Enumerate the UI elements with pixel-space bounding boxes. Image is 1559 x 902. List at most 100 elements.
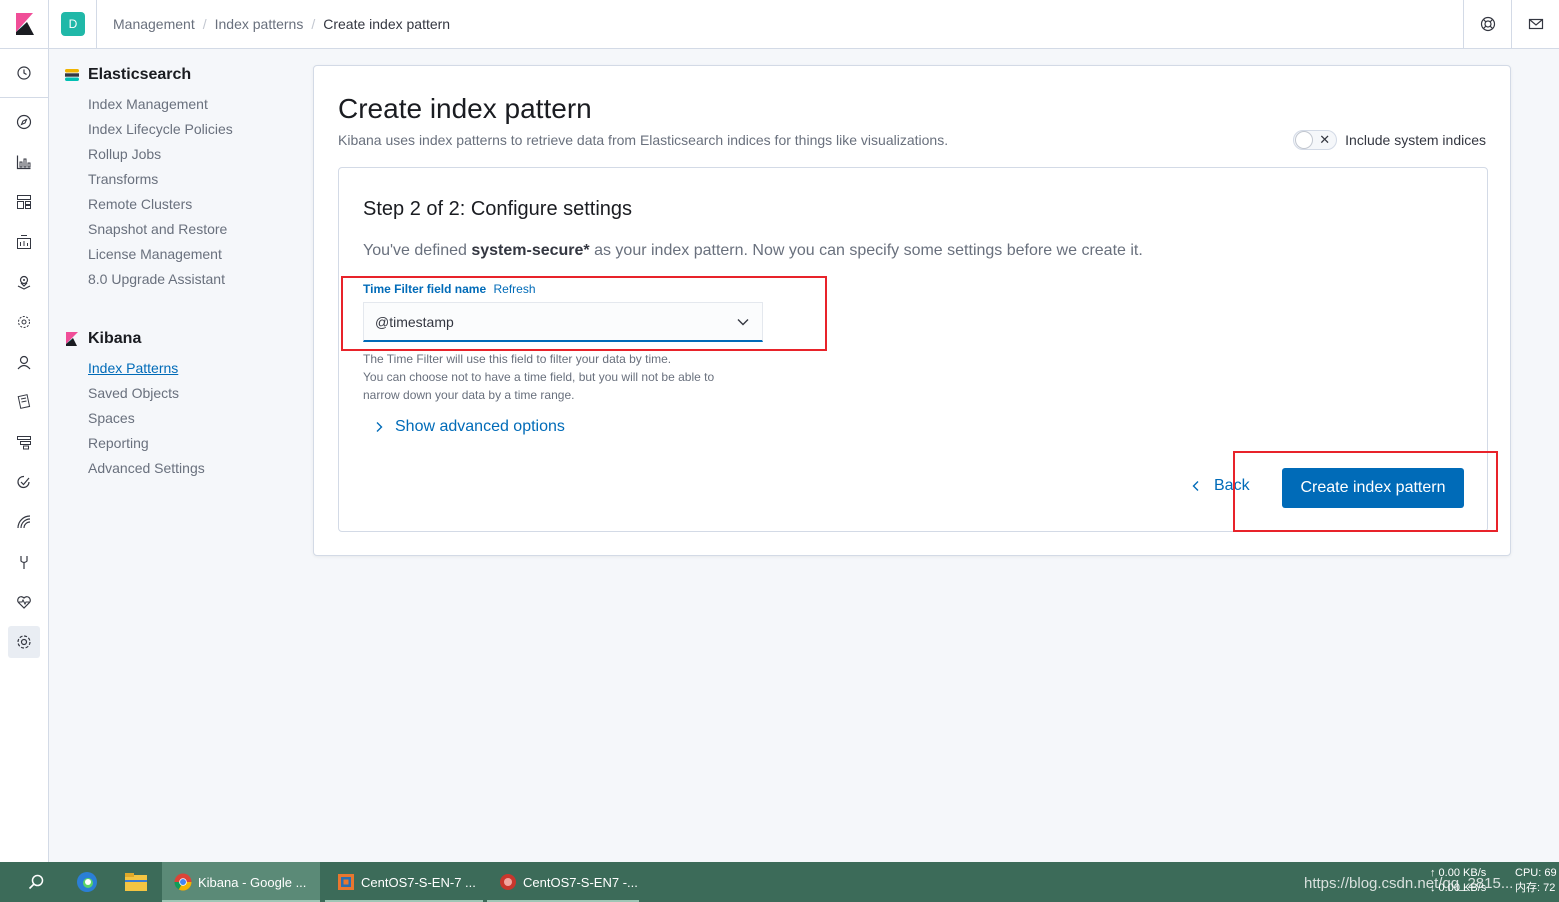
- uptime-icon: [17, 475, 30, 489]
- help-button[interactable]: [1463, 0, 1511, 48]
- breadcrumb-current: Create index pattern: [323, 16, 451, 32]
- taskbar-file-explorer[interactable]: [114, 862, 158, 902]
- os-taskbar: Kibana - Google ... CentOS7-S-EN-7 ... C…: [0, 862, 1559, 902]
- rail-apm[interactable]: [0, 422, 48, 462]
- taskbar-app-label: CentOS7-S-EN7 -...: [523, 874, 638, 890]
- dashboard-icon: [17, 195, 31, 209]
- nav-reporting[interactable]: Reporting: [64, 431, 304, 456]
- breadcrumb-management[interactable]: Management: [113, 16, 195, 32]
- group-kibana-title: Kibana: [88, 330, 142, 347]
- nav-spaces[interactable]: Spaces: [64, 406, 304, 431]
- header-actions: [1463, 0, 1559, 48]
- show-advanced-options-label: Show advanced options: [395, 418, 565, 435]
- rail-siem[interactable]: [0, 502, 48, 542]
- network-speed: ↑ 0.00 KB/s ↓ 0.00 KB/s: [1430, 866, 1486, 896]
- nav-license-management[interactable]: License Management: [64, 242, 304, 267]
- rail-recently-viewed[interactable]: [0, 53, 48, 93]
- space-avatar: D: [61, 12, 85, 36]
- rail-monitoring[interactable]: [0, 582, 48, 622]
- group-elasticsearch-title: Elasticsearch: [88, 66, 192, 83]
- ml-icon: [18, 316, 30, 328]
- rail-canvas[interactable]: [0, 222, 48, 262]
- nav-advanced-settings[interactable]: Advanced Settings: [64, 456, 304, 481]
- taskbar-app-kibana[interactable]: Kibana - Google ...: [162, 862, 320, 902]
- taskbar-app-label: CentOS7-S-EN-7 ...: [361, 874, 476, 890]
- nav-remote-clusters[interactable]: Remote Clusters: [64, 192, 304, 217]
- vmware-icon: [338, 874, 354, 890]
- monitoring-icon: [17, 596, 31, 609]
- memory-usage: 内存: 72: [1515, 882, 1556, 894]
- kibana-icon: [66, 332, 78, 346]
- cpu-usage: CPU: 69: [1515, 867, 1557, 879]
- taskbar-app-centos-1[interactable]: CentOS7-S-EN-7 ...: [325, 862, 483, 902]
- mail-icon: [1528, 18, 1543, 30]
- switch-knob: [1295, 131, 1314, 149]
- siem-icon: [17, 515, 31, 529]
- breadcrumb: Management / Index patterns / Create ind…: [113, 0, 450, 48]
- rail-discover[interactable]: [0, 102, 48, 142]
- space-selector[interactable]: D: [49, 0, 97, 48]
- clock-icon: [17, 66, 31, 80]
- kibana-logo-icon: [16, 13, 34, 35]
- switch-off-icon: ✕: [1319, 132, 1331, 147]
- nav-rail: [0, 49, 49, 862]
- taskbar-app-label: Kibana - Google ...: [198, 874, 307, 890]
- newsfeed-button[interactable]: [1511, 0, 1559, 48]
- taskbar-app-centos-2[interactable]: CentOS7-S-EN7 -...: [487, 862, 639, 902]
- nav-upgrade-assistant[interactable]: 8.0 Upgrade Assistant: [64, 267, 304, 292]
- chevron-left-icon: [1192, 481, 1199, 491]
- chrome-icon: [174, 873, 192, 891]
- rail-dev-tools[interactable]: [0, 542, 48, 582]
- breadcrumb-separator: /: [202, 16, 207, 32]
- step-desc-suffix: as your index pattern. Now you can speci…: [589, 242, 1143, 259]
- system-indices-switch[interactable]: ✕: [1293, 130, 1338, 150]
- terminal-app-icon: [500, 874, 516, 890]
- nav-transforms[interactable]: Transforms: [64, 167, 304, 192]
- compass-icon: [16, 114, 32, 130]
- nav-index-lifecycle-policies[interactable]: Index Lifecycle Policies: [64, 117, 304, 142]
- rail-management[interactable]: [0, 622, 48, 662]
- maps-icon: [17, 275, 31, 290]
- rail-uptime[interactable]: [0, 462, 48, 502]
- net-upload: ↑ 0.00 KB/s: [1430, 867, 1487, 879]
- page-title: Create index pattern: [338, 93, 592, 124]
- rail-maps[interactable]: [0, 262, 48, 302]
- breadcrumb-index-patterns[interactable]: Index patterns: [215, 16, 304, 32]
- edge-browser-icon: [77, 872, 97, 892]
- help-lifebuoy-icon: [1480, 16, 1495, 32]
- nav-saved-objects[interactable]: Saved Objects: [64, 381, 304, 406]
- rail-logs[interactable]: [0, 382, 48, 422]
- step-title: Step 2 of 2: Configure settings: [363, 198, 633, 220]
- group-elasticsearch: Elasticsearch: [64, 58, 304, 92]
- search-icon: [28, 874, 44, 890]
- rail-metrics[interactable]: [0, 342, 48, 382]
- include-system-indices-label: Include system indices: [1345, 132, 1486, 148]
- nav-rollup-jobs[interactable]: Rollup Jobs: [64, 142, 304, 167]
- system-usage: CPU: 69 内存: 72: [1515, 866, 1557, 896]
- rail-visualize[interactable]: [0, 142, 48, 182]
- folder-icon: [125, 873, 147, 891]
- help-line: You can choose not to have a time field,…: [363, 370, 715, 384]
- dev-tools-icon: [20, 556, 28, 569]
- top-header: D Management / Index patterns / Create i…: [0, 0, 1559, 49]
- taskbar-search[interactable]: [14, 862, 58, 902]
- kibana-logo[interactable]: [0, 0, 49, 48]
- rail-divider: [0, 97, 48, 98]
- nav-index-patterns[interactable]: Index Patterns: [64, 356, 304, 381]
- index-pattern-name: system-secure*: [471, 242, 590, 259]
- show-advanced-options-button[interactable]: Show advanced options: [373, 418, 565, 436]
- elasticsearch-icon: [65, 69, 79, 81]
- annotation-box-time-filter: [341, 276, 827, 351]
- logs-icon: [17, 394, 31, 409]
- visualize-icon: [16, 155, 31, 170]
- management-gear-icon: [17, 635, 31, 649]
- include-system-indices-toggle[interactable]: ✕ Include system indices: [1293, 130, 1486, 150]
- breadcrumb-separator: /: [311, 16, 316, 32]
- nav-index-management[interactable]: Index Management: [64, 92, 304, 117]
- rail-dashboard[interactable]: [0, 182, 48, 222]
- taskbar-edge[interactable]: [65, 862, 109, 902]
- management-sidenav: Elasticsearch Index Management Index Lif…: [64, 58, 304, 481]
- net-download: ↓ 0.00 KB/s: [1430, 882, 1487, 894]
- rail-ml[interactable]: [0, 302, 48, 342]
- nav-snapshot-and-restore[interactable]: Snapshot and Restore: [64, 217, 304, 242]
